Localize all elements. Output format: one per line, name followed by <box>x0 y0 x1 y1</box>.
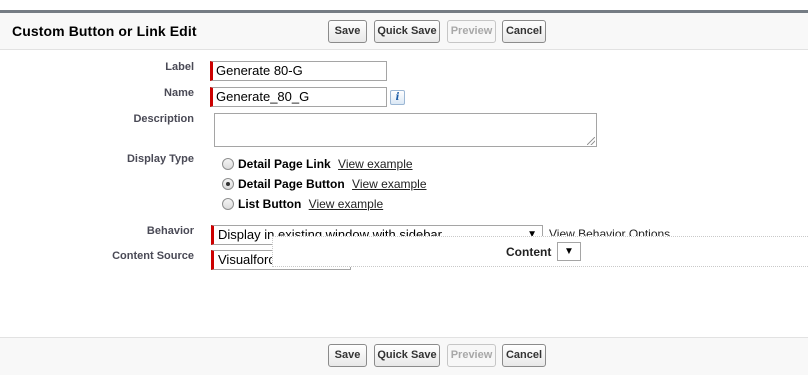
cancel-button[interactable]: Cancel <box>502 20 546 43</box>
chevron-down-icon: ▼ <box>564 246 574 257</box>
radio-detail-page-button[interactable] <box>222 178 234 190</box>
view-example-link[interactable]: View example <box>352 177 426 191</box>
view-example-link[interactable]: View example <box>309 197 383 211</box>
preview-button: Preview <box>447 344 496 367</box>
radio-list-button[interactable] <box>222 198 234 210</box>
quick-save-button[interactable]: Quick Save <box>374 344 440 367</box>
description-textarea[interactable] <box>214 113 597 147</box>
label-input[interactable]: Generate 80-G <box>210 61 387 81</box>
save-button[interactable]: Save <box>328 20 367 43</box>
preview-button: Preview <box>447 20 496 43</box>
page-header-bar: Custom Button or Link Edit Save Quick Sa… <box>0 10 808 50</box>
behavior-field-label: Behavior <box>146 225 194 237</box>
name-input[interactable]: Generate_80_G <box>210 87 387 107</box>
display-type-field-label: Display Type <box>126 153 194 165</box>
save-button[interactable]: Save <box>328 344 367 367</box>
info-icon[interactable]: i <box>390 90 405 105</box>
label-field-label: Label <box>165 61 194 73</box>
option-label: Detail Page Link <box>238 157 331 171</box>
description-field-label: Description <box>133 113 194 125</box>
page-footer-bar: Save Quick Save Preview Cancel <box>0 337 808 375</box>
view-example-link[interactable]: View example <box>338 157 412 171</box>
page-title: Custom Button or Link Edit <box>12 23 197 39</box>
custom-button-edit-page: Custom Button or Link Edit Save Quick Sa… <box>0 0 808 375</box>
quick-save-button[interactable]: Quick Save <box>374 20 440 43</box>
content-select[interactable]: ▼ <box>557 242 581 261</box>
content-field-label: Content <box>506 245 552 259</box>
content-source-field-label: Content Source <box>112 250 194 262</box>
resize-grip-icon[interactable] <box>587 137 595 145</box>
radio-detail-page-link[interactable] <box>222 158 234 170</box>
content-panel: Content ▼ <box>272 236 808 267</box>
cancel-button[interactable]: Cancel <box>502 344 546 367</box>
option-label: List Button <box>238 197 302 211</box>
name-field-label: Name <box>164 87 194 99</box>
option-label: Detail Page Button <box>238 177 345 191</box>
